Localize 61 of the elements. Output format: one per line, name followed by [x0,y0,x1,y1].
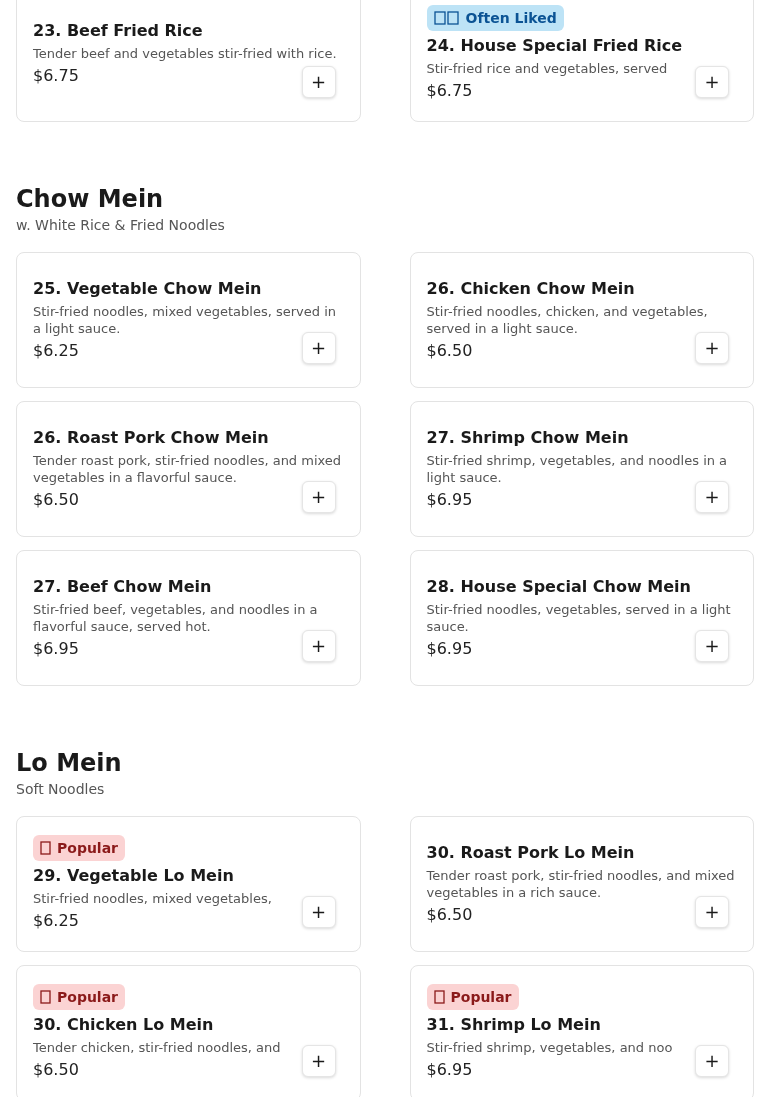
item-title: 27. Beef Chow Mein [33,575,213,598]
item-title: 28. House Special Chow Mein [426,575,692,598]
item-title: 30. Roast Pork Lo Mein [426,841,636,864]
item-price: $6.50 [33,488,79,511]
menu-item-card[interactable]: 28. House Special Chow Mein Stir-fried noodles, vegetables, served in a light sauce. $6.95 + [409,550,754,686]
menu-item-card[interactable]: Popular 31. Shrimp Lo Mein Stir-fried shrimp, vegetables, and noo $6.95 + [409,965,754,1097]
item-description: Stir-fried rice and vegetables, served [426,60,669,77]
add-button[interactable]: + [301,332,336,364]
add-button[interactable]: + [695,630,729,662]
add-button[interactable]: + [301,1045,336,1077]
item-title: 24. House Special Fried Rice [426,35,684,57]
add-button[interactable]: + [695,66,729,98]
item-title: 29. Vegetable Lo Mein [33,865,235,887]
item-price: $6.95 [33,637,79,660]
item-price: $6.95 [426,637,473,660]
menu-item-card[interactable]: 25. Vegetable Chow Mein Stir-fried noodles, mixed vegetables, served in a light sauce. $6.25 + [16,252,361,388]
section-heading: Lo Mein [16,748,123,778]
item-price: $6.25 [33,339,79,362]
add-button[interactable]: + [695,1045,729,1077]
menu-item-card[interactable]: Often Liked 24. House Special Fried Rice Stir-fried rice and vegetables, served $6.75 + [409,0,754,122]
item-price: $6.50 [33,1059,79,1081]
add-button[interactable]: + [695,896,729,928]
menu-item-card[interactable]: 26. Roast Pork Chow Mein Tender roast pork, stir-fried noodles, and mixed vegetables in a flavorful sauce. $6.50 + [16,401,361,537]
menu-item-card[interactable]: 26. Chicken Chow Mein Stir-fried noodles, chicken, and vegetables, served in a light sauce. $6.50 + [409,252,754,388]
item-description: Tender chicken, stir-fried noodles, and [33,1039,282,1056]
section-heading: Chow Mein [16,184,165,214]
menu-item-card[interactable]: Popular 29. Vegetable Lo Mein Stir-fried noodles, mixed vegetables, $6.25 + [16,816,361,952]
item-price: $6.95 [426,488,473,511]
add-button[interactable]: + [301,66,336,98]
add-button[interactable]: + [301,481,336,513]
item-price: $6.50 [426,339,473,362]
item-price: $6.25 [33,910,79,932]
item-title: 26. Roast Pork Chow Mein [33,426,270,449]
section-subtitle: Soft Noodles [16,780,106,799]
add-button[interactable]: + [695,481,729,513]
badge-label: Popular [450,987,512,1007]
badge-label: Popular [57,987,119,1007]
badge-label: Popular [57,838,119,858]
menu-item-card[interactable]: Popular 30. Chicken Lo Mein Tender chicken, stir-fried noodles, and $6.50 + [16,965,361,1097]
item-title: 25. Vegetable Chow Mein [33,277,263,300]
item-price: $6.50 [426,903,473,926]
add-button[interactable]: + [695,332,729,364]
menu-item-card[interactable]: 27. Shrimp Chow Mein Stir-fried shrimp, vegetables, and noodles in a light sauce. $6.95 + [409,401,754,537]
item-price: $6.95 [426,1059,473,1081]
item-description: Stir-fried noodles, mixed vegetables, [33,890,273,907]
item-description: Tender beef and vegetables stir-fried with rice. [33,45,338,62]
add-button[interactable]: + [301,630,336,662]
item-title: 31. Shrimp Lo Mein [426,1014,602,1036]
item-price: $6.75 [33,65,79,87]
menu-item-card[interactable]: 30. Roast Pork Lo Mein Tender roast pork, stir-fried noodles, and mixed vegetables in a rich sauce. $6.50 + [409,816,754,952]
item-description: Stir-fried shrimp, vegetables, and noo [426,1039,674,1056]
menu-item-card[interactable]: 23. Beef Fried Rice Tender beef and vegetables stir-fried with rice. $6.75 + [16,0,361,122]
menu-item-card[interactable]: 27. Beef Chow Mein Stir-fried beef, vegetables, and noodles in a flavorful sauce, served hot. $6.95 + [16,550,361,686]
item-title: 27. Shrimp Chow Mein [426,426,630,449]
item-price: $6.75 [426,80,473,102]
badge-label: Often Liked [465,8,557,28]
item-title: 26. Chicken Chow Mein [426,277,636,300]
section-subtitle: w. White Rice & Fried Noodles [16,216,226,235]
item-title: 23. Beef Fried Rice [33,20,204,42]
add-button[interactable]: + [301,896,336,928]
item-title: 30. Chicken Lo Mein [33,1014,215,1036]
